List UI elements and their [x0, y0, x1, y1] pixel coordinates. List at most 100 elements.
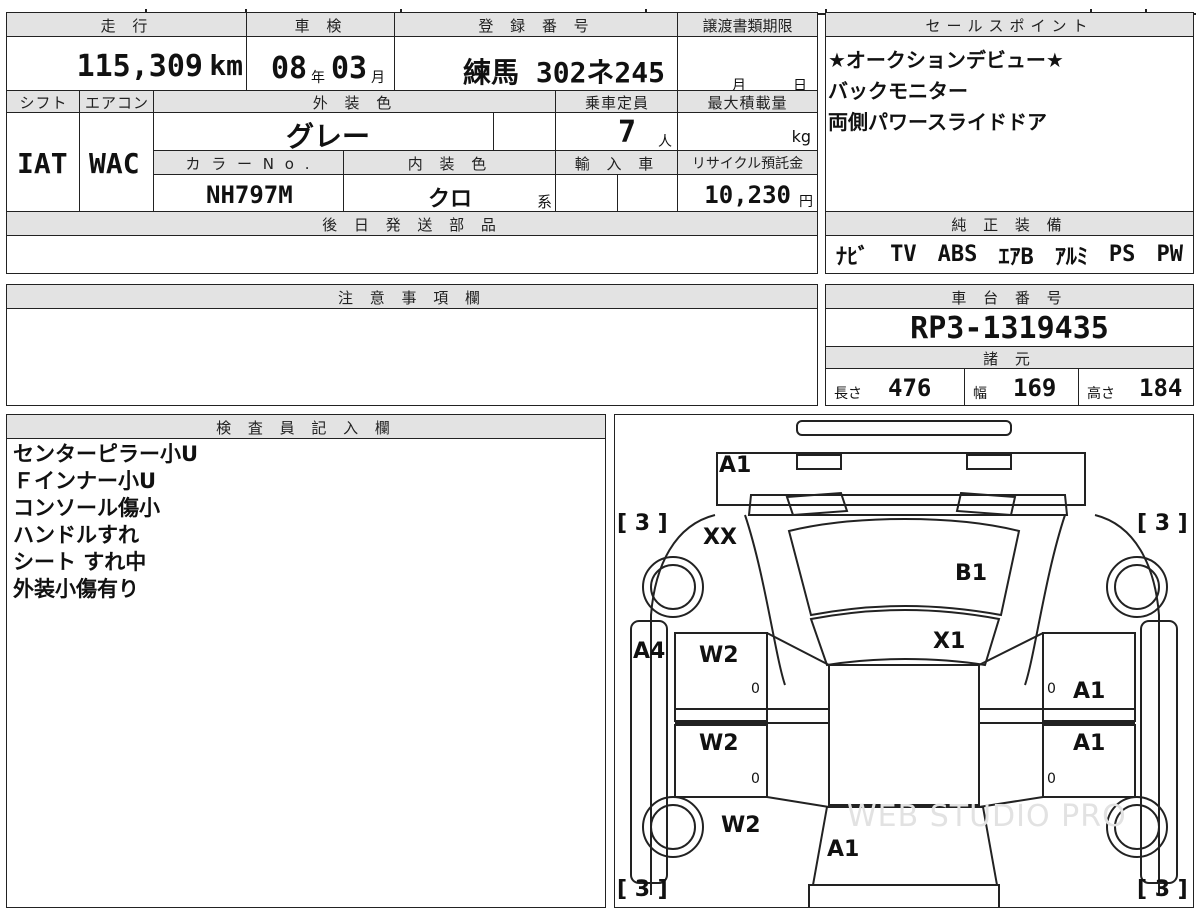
color-no-value: NH797M [206, 181, 293, 209]
registration-cell: 練馬 302ネ245 [394, 36, 679, 98]
interior-unit: 系 [536, 193, 552, 211]
equipment-item: PS [1108, 242, 1136, 267]
inspection-year: 08 [271, 51, 308, 86]
damage-left-front-door: W2 [699, 643, 739, 668]
seats-header: 乗車定員 [555, 90, 679, 114]
damage-hood-left: XX [703, 525, 737, 550]
import-cell-a [555, 174, 619, 213]
seats-cell: 7 人 [555, 112, 679, 152]
auction-sheet: { "top": { "mileage_header": "走 行", "ins… [0, 0, 1200, 908]
sales-line: 両側パワースライドドア [828, 110, 1047, 134]
seats-unit: 人 [658, 134, 672, 150]
notes-header: 注 意 事 項 欄 [6, 284, 818, 310]
damage-rear: A1 [827, 837, 860, 862]
exterior-header: 外 装 色 [153, 90, 557, 114]
watermark: WEB STUDIO PRO [847, 799, 1127, 834]
chassis-value: RP3-1319435 [910, 310, 1109, 346]
damage-left-rear: W2 [721, 813, 761, 838]
equipment-item: ｴｱB [998, 244, 1034, 270]
tire-bracket-rr: [ 3 ] [1137, 877, 1188, 902]
load-unit: kg [791, 127, 811, 146]
sales-line: ★オークションデビュー★ [828, 48, 1064, 72]
inspection-cell: 08 年 03 月 [246, 36, 396, 98]
interior-header: 内 装 色 [343, 150, 557, 176]
equipment-box: ﾅﾋﾞ TV ABS ｴｱB ｱﾙﾐ PS PW [825, 235, 1194, 274]
recycle-unit: 円 [799, 194, 813, 210]
recycle-cell: 10,230 円 [677, 174, 818, 213]
sales-header: セールスポイント [825, 12, 1194, 38]
damage-diagram: A1 XX B1 X1 A4 W2 W2 W2 A1 A1 A1 0 0 0 0… [614, 414, 1194, 908]
specs-height-value: 184 [1139, 374, 1183, 402]
later-parts-header: 後 日 発 送 部 品 [6, 211, 818, 237]
damage-left-rear-door: W2 [699, 731, 739, 756]
tire-bracket-fl: [ 3 ] [617, 511, 668, 536]
import-cell-b [617, 174, 679, 213]
specs-width-value: 169 [1013, 374, 1057, 402]
interior-value: クロ [428, 187, 473, 212]
inspector-line: コンソール傷小 [13, 496, 160, 520]
info-table: 走 行 車 検 登 録 番 号 譲渡書類期限 115,309 km 08 年 0… [6, 12, 818, 274]
damage-left-fender: A4 [633, 639, 666, 664]
recycle-value: 10,230 [704, 181, 791, 209]
inspector-box: センターピラー小U Ｆインナー小U コンソール傷小 ハンドルすれ シート すれ中… [6, 438, 606, 908]
inspection-month: 03 [331, 51, 368, 86]
inspector-line: シート すれ中 [13, 550, 147, 574]
specs-length-label: 長さ [834, 386, 862, 402]
mileage-value: 115,309 [76, 49, 203, 84]
equipment-item: TV [890, 242, 917, 267]
mileage-unit: km [209, 49, 243, 82]
load-cell: kg [677, 112, 818, 152]
specs-width-label: 幅 [973, 386, 987, 402]
damage-right-rear-door: A1 [1073, 731, 1106, 756]
zero-mark: 0 [1047, 681, 1056, 697]
month-unit: 月 [371, 70, 385, 86]
damage-front-bumper: A1 [719, 453, 752, 478]
registration-value: 練馬 302ネ245 [463, 56, 666, 89]
equipment-item: ﾅﾋﾞ [836, 244, 870, 270]
inspector-line: ハンドルすれ [13, 523, 139, 547]
year-unit: 年 [311, 70, 325, 86]
exterior-value: グレー [286, 120, 371, 153]
inspector-line: センターピラー小U [13, 442, 199, 466]
chassis-box: RP3-1319435 [825, 308, 1194, 348]
ac-header: エアコン [79, 90, 155, 114]
ac-cell: WAC [79, 112, 155, 213]
specs-length-value: 476 [888, 374, 932, 402]
damage-roof-front: X1 [933, 629, 966, 654]
shift-value: IAT [17, 147, 68, 180]
equipment-header: 純 正 装 備 [825, 211, 1194, 237]
specs-length-cell: 長さ 476 [825, 368, 966, 406]
import-header: 輸 入 車 [555, 150, 679, 176]
inspector-line: Ｆインナー小U [13, 469, 157, 493]
exterior-extra-cell [493, 112, 557, 152]
zero-mark: 0 [751, 771, 760, 787]
interior-cell: クロ 系 [343, 174, 557, 213]
mileage-header: 走 行 [6, 12, 248, 38]
later-parts-cell [6, 235, 818, 274]
load-header: 最大積載量 [677, 90, 818, 114]
mileage-cell: 115,309 km [6, 36, 248, 98]
ac-value: WAC [89, 147, 140, 180]
inspector-header: 検 査 員 記 入 欄 [6, 414, 606, 440]
sales-line: バックモニター [828, 79, 968, 103]
specs-height-label: 高さ [1087, 386, 1115, 402]
exterior-cell: グレー [153, 112, 495, 153]
zero-mark: 0 [1047, 771, 1056, 787]
inspection-header: 車 検 [246, 12, 396, 38]
transfer-header: 譲渡書類期限 [677, 12, 818, 38]
damage-right-front-door: A1 [1073, 679, 1106, 704]
color-no-header: カ ラ ー N o . [153, 150, 345, 176]
inspector-line: 外装小傷有り [13, 577, 139, 601]
registration-header: 登 録 番 号 [394, 12, 679, 38]
color-no-cell: NH797M [153, 174, 345, 213]
shift-header: シフト [6, 90, 81, 114]
equipment-item: PW [1156, 242, 1184, 267]
transfer-cell: 月 日 [677, 36, 818, 98]
zero-mark: 0 [751, 681, 760, 697]
seats-value: 7 [618, 115, 637, 150]
specs-header: 諸 元 [825, 346, 1194, 370]
damage-windshield: B1 [955, 561, 988, 586]
top-strip [6, 0, 1196, 15]
shift-cell: IAT [6, 112, 81, 213]
tire-bracket-fr: [ 3 ] [1137, 511, 1188, 536]
